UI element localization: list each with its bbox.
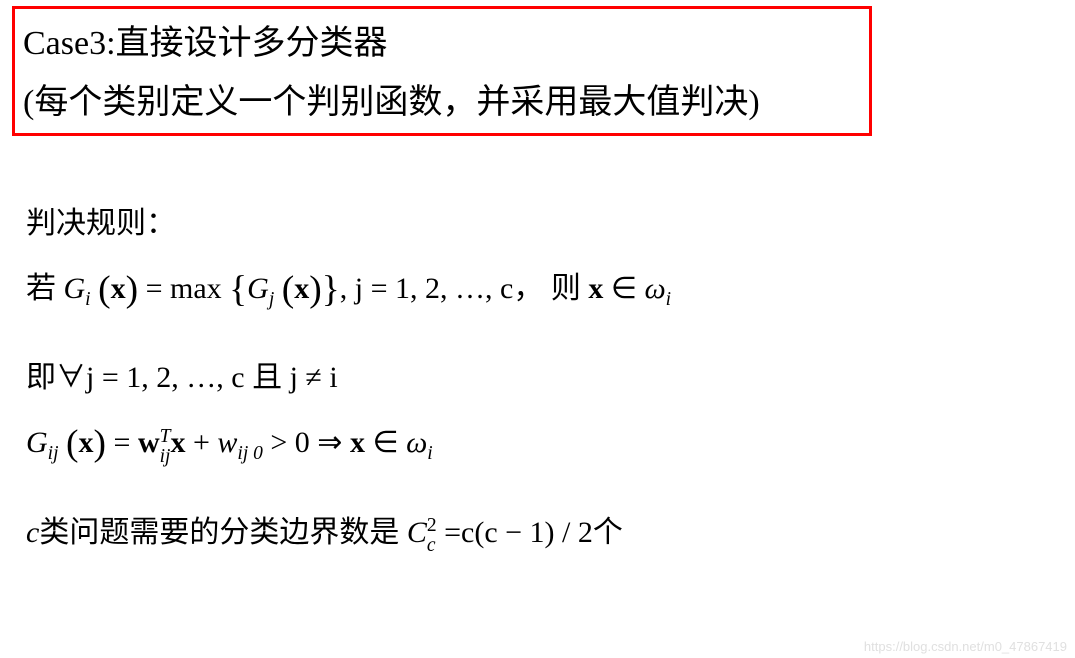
boundary-suffix: 个 bbox=[593, 516, 623, 549]
lbrace: { bbox=[229, 269, 247, 310]
eq2: = bbox=[114, 426, 131, 459]
eq3: = bbox=[444, 516, 461, 549]
rparen: ) bbox=[126, 269, 139, 310]
sym-G: G bbox=[64, 272, 86, 305]
gij-formula: Gij (x) = wTijx + wij 0 > 0 ⇒ x ∈ ωi bbox=[26, 408, 671, 479]
sym-C: C bbox=[407, 516, 427, 549]
sym-x5: x bbox=[170, 426, 185, 459]
w-supsub: Tij bbox=[160, 427, 171, 468]
rule-label: 判决规则： bbox=[26, 195, 671, 252]
sub-i: i bbox=[85, 289, 90, 310]
header-box: Case3:直接设计多分类器 (每个类别定义一个判别函数，并采用最大值判决) bbox=[12, 6, 872, 136]
sub-ij0: ij 0 bbox=[237, 443, 262, 464]
max: max bbox=[170, 272, 222, 305]
forall-text: 即∀j = 1, 2, …, c 且 j ≠ i bbox=[26, 361, 338, 394]
c-prefix-var: c bbox=[26, 516, 39, 549]
sub-ij2: ij bbox=[160, 446, 171, 467]
imply: ⇒ bbox=[317, 426, 342, 459]
sup-2: 2 bbox=[427, 515, 437, 536]
gt: > 0 bbox=[270, 426, 309, 459]
boundary-line: c类问题需要的分类边界数是 C2c =c(c − 1) / 2个 bbox=[26, 504, 671, 561]
lparen3: ( bbox=[66, 423, 79, 464]
header-line1: Case3:直接设计多分类器 bbox=[23, 15, 861, 64]
sym-x3: x bbox=[588, 272, 603, 305]
sym-w2: w bbox=[217, 426, 237, 459]
omega1: ω bbox=[644, 272, 665, 305]
rbrace: } bbox=[322, 269, 340, 310]
header-line2: (每个类别定义一个判别函数，并采用最大值判决) bbox=[23, 74, 861, 123]
sym-x2: x bbox=[294, 272, 309, 305]
sym-x: x bbox=[111, 272, 126, 305]
rule-prefix: 若 bbox=[26, 272, 56, 305]
rule-then: 则 bbox=[551, 272, 581, 305]
sup-T: T bbox=[160, 426, 171, 447]
omega2: ω bbox=[406, 426, 427, 459]
sym-G3: G bbox=[26, 426, 48, 459]
boundary-prefix: 类问题需要的分类边界数是 bbox=[39, 516, 399, 549]
j-range: , j = 1, 2, …, c， bbox=[340, 272, 544, 305]
in2: ∈ bbox=[372, 426, 398, 459]
sub-i3: i bbox=[427, 443, 432, 464]
watermark: https://blog.csdn.net/m0_47867419 bbox=[864, 639, 1067, 654]
sub-i2: i bbox=[666, 289, 671, 310]
lparen: ( bbox=[98, 269, 111, 310]
sub-j: j bbox=[269, 289, 274, 310]
rparen3: ) bbox=[94, 423, 107, 464]
sym-x4: x bbox=[79, 426, 94, 459]
rule-formula: 若 Gi (x) = max {Gj (x)}, j = 1, 2, …, c，… bbox=[26, 254, 671, 325]
plus: + bbox=[193, 426, 210, 459]
eq: = bbox=[146, 272, 163, 305]
sub-ij: ij bbox=[48, 443, 59, 464]
sym-G2: G bbox=[247, 272, 269, 305]
C-supsub: 2c bbox=[427, 516, 437, 557]
lparen2: ( bbox=[282, 269, 295, 310]
body-content: 判决规则： 若 Gi (x) = max {Gj (x)}, j = 1, 2,… bbox=[26, 195, 671, 563]
forall-line: 即∀j = 1, 2, …, c 且 j ≠ i bbox=[26, 349, 671, 406]
sub-c: c bbox=[427, 535, 436, 556]
rparen2: ) bbox=[309, 269, 322, 310]
sym-w: w bbox=[138, 426, 160, 459]
sym-x6: x bbox=[350, 426, 365, 459]
in1: ∈ bbox=[611, 272, 637, 305]
rhs: c(c − 1) / 2 bbox=[461, 516, 593, 549]
